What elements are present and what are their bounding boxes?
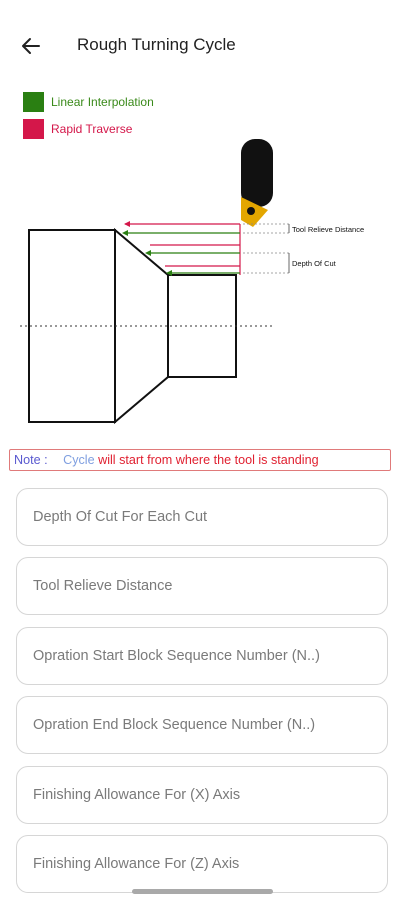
arrow-left-icon (22, 38, 40, 54)
depth-of-cut-input[interactable] (17, 489, 387, 545)
app-bar: Rough Turning Cycle (0, 0, 404, 92)
end-block-sequence-input[interactable] (17, 697, 387, 753)
start-block-sequence-field[interactable] (16, 627, 388, 685)
legend-swatch-green (23, 92, 44, 112)
note-prefix: Note : (14, 453, 48, 467)
home-indicator[interactable] (132, 889, 273, 894)
depth-of-cut-label: Depth Of Cut (292, 259, 337, 268)
legend-label: Linear Interpolation (51, 95, 154, 109)
back-button[interactable] (18, 34, 44, 58)
page-title: Rough Turning Cycle (77, 35, 236, 54)
end-block-sequence-field[interactable] (16, 696, 388, 754)
note-keyword: Cycle (63, 453, 95, 467)
cycle-note: Note : Cycle will start from where the t… (9, 449, 391, 471)
tool-relieve-distance-input[interactable] (17, 558, 387, 614)
note-text: will start from where the tool is standi… (98, 453, 319, 467)
finishing-allowance-z-field[interactable] (16, 835, 388, 893)
finishing-allowance-x-field[interactable] (16, 766, 388, 824)
finishing-allowance-x-input[interactable] (17, 767, 387, 823)
tool-relieve-distance-field[interactable] (16, 557, 388, 615)
depth-of-cut-field[interactable] (16, 488, 388, 546)
tool-holder (241, 139, 273, 207)
rough-turning-diagram: Tool Relieve Distance Depth Of Cut (0, 135, 404, 435)
tool-relieve-distance-label: Tool Relieve Distance (292, 225, 364, 234)
start-block-sequence-input[interactable] (17, 628, 387, 684)
insert-screw (247, 207, 255, 215)
finishing-allowance-z-input[interactable] (17, 836, 387, 892)
diagram-svg: Tool Relieve Distance Depth Of Cut (20, 139, 364, 425)
legend-label: Rapid Traverse (51, 122, 133, 136)
